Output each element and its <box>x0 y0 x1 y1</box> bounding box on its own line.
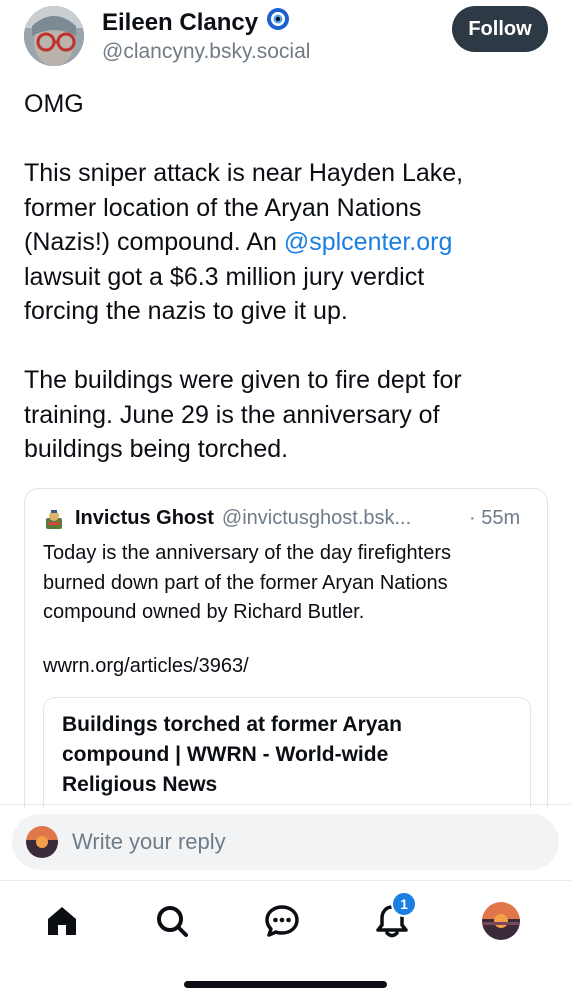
notification-badge: 1 <box>391 891 417 917</box>
post-line: The buildings were given to fire dept fo… <box>24 366 462 394</box>
chat-icon[interactable] <box>262 901 302 941</box>
post-body: OMG This sniper attack is near Hayden La… <box>24 87 554 467</box>
author-handle[interactable]: @clancyny.bsky.social <box>102 40 310 64</box>
quoted-author-avatar[interactable] <box>43 508 65 530</box>
post-paragraph: OMG <box>24 90 84 118</box>
post-line: lawsuit got a $6.3 million jury verdict <box>24 262 425 291</box>
quoted-post[interactable]: Invictus Ghost @invictusghost.bsk... · 5… <box>24 488 548 808</box>
post-line-text: (Nazis!) compound. An <box>24 228 284 256</box>
quoted-line: burned down part of the former Aryan Nat… <box>43 571 448 594</box>
reply-placeholder[interactable]: Write your reply <box>72 829 226 855</box>
quoted-line: Today is the anniversary of the day fire… <box>43 542 451 564</box>
quoted-post-text: Today is the anniversary of the day fire… <box>43 539 543 628</box>
post-line: forcing the nazis to give it up. <box>24 297 348 325</box>
quoted-post-time: · 55m <box>469 507 521 529</box>
link-card-title: Buildings torched at former Aryan compou… <box>62 710 522 800</box>
link-card-title-line: Buildings torched at former Aryan <box>62 713 402 736</box>
quoted-post-header: Invictus Ghost @invictusghost.bsk... <box>43 507 411 530</box>
quoted-author-name[interactable]: Invictus Ghost <box>75 507 214 530</box>
link-card-title-line: compound | WWRN - World-wide <box>62 743 389 766</box>
follow-button[interactable]: Follow <box>452 6 548 52</box>
mention-link[interactable]: @splcenter.org <box>284 228 453 256</box>
post-line: buildings being torched. <box>24 435 289 463</box>
link-card[interactable]: Buildings torched at former Aryan compou… <box>43 697 531 808</box>
post-line: former location of the Aryan Nations <box>24 193 422 222</box>
quoted-post-link[interactable]: wwrn.org/articles/3963/ <box>43 655 249 678</box>
evil-eye-icon <box>266 7 290 38</box>
post-header: Eileen Clancy @clancyny.bsky.social Foll… <box>0 0 571 78</box>
author-avatar[interactable] <box>24 6 84 66</box>
profile-avatar[interactable] <box>482 902 520 940</box>
quoted-line: compound owned by Richard Butler. <box>43 601 365 623</box>
author-name[interactable]: Eileen Clancy <box>102 9 258 37</box>
post-line-with-mention: (Nazis!) compound. An @splcenter.org <box>24 225 554 260</box>
post-line: This sniper attack is near Hayden Lake, <box>24 159 464 187</box>
reply-input[interactable]: Write your reply <box>12 814 559 870</box>
reply-user-avatar <box>26 826 58 858</box>
link-card-title-line: Religious News <box>62 773 218 796</box>
post-line: training. June 29 is the anniversary of <box>24 400 440 429</box>
home-indicator[interactable] <box>184 981 387 988</box>
search-icon[interactable] <box>152 901 192 941</box>
home-icon[interactable] <box>42 901 82 941</box>
author-name-row[interactable]: Eileen Clancy <box>102 7 290 38</box>
divider <box>0 804 571 805</box>
quoted-author-handle[interactable]: @invictusghost.bsk... <box>222 507 411 530</box>
